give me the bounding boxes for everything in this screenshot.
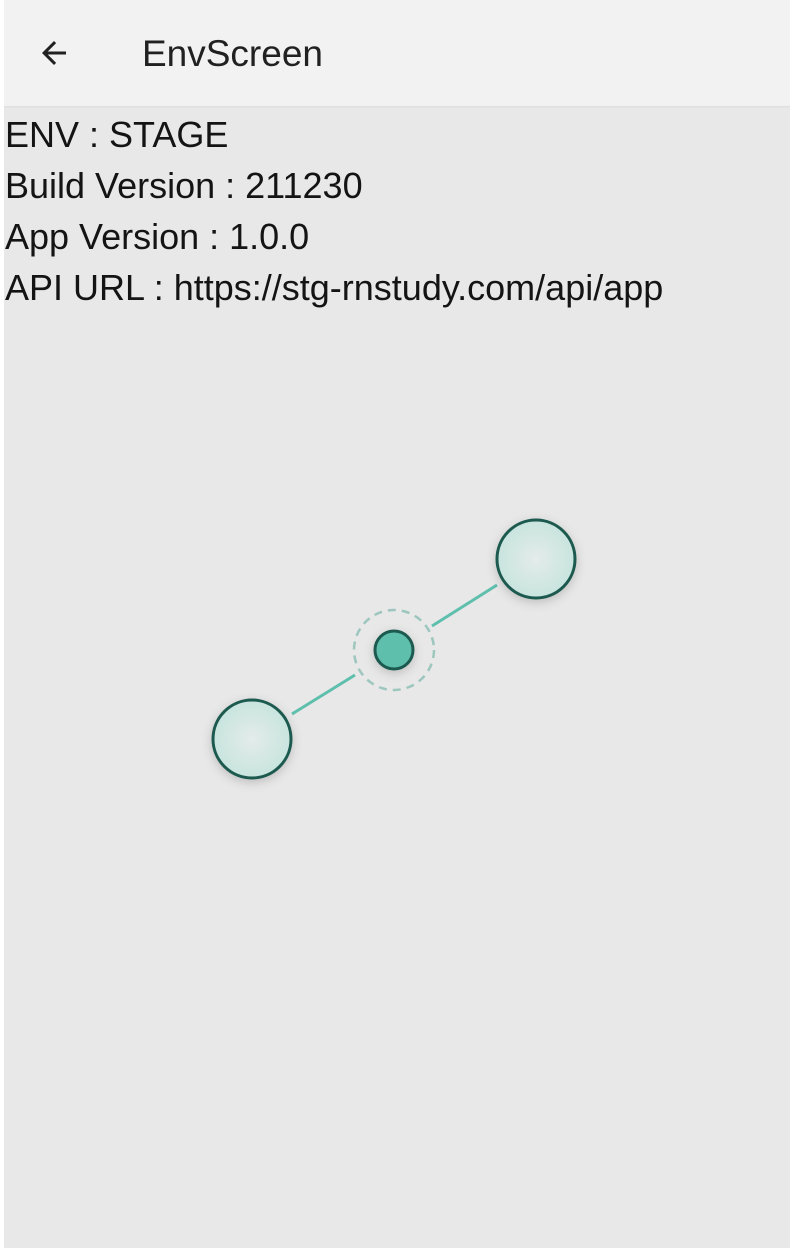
pinch-zoom-overlay	[211, 518, 577, 780]
pinch-center-point	[373, 629, 415, 671]
touch-point-upper	[495, 518, 577, 600]
env-screen: EnvScreen ENV : STAGE Build Version : 21…	[4, 0, 790, 1248]
pinch-line-upper	[431, 583, 498, 628]
touch-point-lower	[211, 698, 293, 780]
pinch-line-lower	[291, 673, 356, 716]
